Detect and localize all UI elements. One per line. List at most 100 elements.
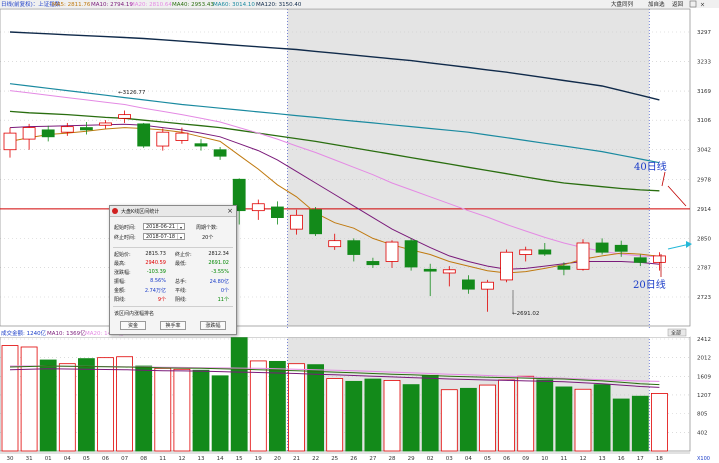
turnover-button[interactable]: 换手率 (160, 321, 186, 330)
all-tab-label[interactable]: 全部 (671, 330, 681, 337)
down-candle[interactable] (461, 279, 475, 290)
up-volume-bar (517, 375, 535, 452)
down-candle[interactable] (309, 209, 323, 235)
down-volume-bar (135, 365, 153, 452)
flat-value: 0个 (220, 288, 229, 294)
up-candle[interactable] (653, 255, 666, 263)
up-candle[interactable] (60, 126, 74, 133)
down-volume-bar (230, 337, 248, 452)
down-candle[interactable] (213, 149, 227, 157)
start-label: 起始时间: (114, 225, 136, 231)
down-candle[interactable] (347, 240, 361, 255)
date-tick-label: 14 (217, 456, 224, 462)
back-button[interactable]: 返回 (672, 1, 684, 8)
date-tick-label: 08 (140, 456, 147, 462)
date-tick-label: 17 (637, 456, 644, 462)
divider (113, 247, 233, 248)
date-tick-label: 12 (580, 456, 587, 462)
down-volume-bar (39, 359, 57, 452)
high-value: 2940.59 (145, 260, 166, 266)
down-candle[interactable] (366, 261, 380, 266)
chevron-down-icon[interactable]: ▾ (177, 234, 184, 240)
zoom-button[interactable]: 大盘同列 (611, 0, 634, 8)
yang-label: 阳线: (114, 297, 126, 303)
down-volume-bar (268, 360, 286, 452)
down-candle[interactable] (557, 265, 571, 270)
chevron-down-icon[interactable]: ▾ (177, 224, 184, 230)
down-volume-bar (631, 395, 649, 452)
up-candle[interactable] (576, 242, 590, 270)
down-candle[interactable] (270, 206, 284, 218)
up-candle[interactable] (156, 131, 170, 147)
down-candle[interactable] (80, 127, 93, 131)
volume-value: 24.80亿 (209, 279, 229, 285)
down-candle[interactable] (633, 257, 647, 263)
volume-tick-label: 805 (697, 412, 708, 418)
up-candle[interactable] (118, 114, 131, 119)
indicator-label: MA40: 2953.43 (172, 2, 214, 8)
fund-button[interactable]: 资金 (120, 321, 146, 330)
date-tick-label: 10 (541, 456, 548, 462)
down-volume-bar (192, 369, 210, 452)
down-volume-bar (555, 386, 573, 452)
stock-chart[interactable]: 3297323331693106304229782914285027872723… (0, 0, 719, 463)
up-candle[interactable] (519, 249, 533, 255)
up-candle[interactable] (328, 240, 342, 248)
up-candle[interactable] (175, 132, 189, 141)
up-volume-bar (574, 388, 592, 452)
high-label: 最高: (114, 261, 126, 267)
down-candle[interactable] (614, 244, 628, 252)
down-volume-bar (345, 380, 363, 452)
up-candle[interactable] (3, 132, 17, 151)
yang-value: 9个 (157, 297, 166, 303)
start-date-input[interactable]: 2018-06-21 ▾ (143, 223, 185, 230)
price-tick-label: 3297 (697, 30, 711, 36)
indicator-label: MA120: 3150.40 (256, 2, 302, 8)
close-price-value: 2812.34 (208, 251, 229, 257)
down-candle[interactable] (404, 240, 418, 268)
down-candle[interactable] (194, 143, 208, 147)
up-candle[interactable] (22, 127, 36, 140)
rank-label: 该区间内涨幅排名 (114, 311, 155, 317)
end-date-value: 2018-07-18 (146, 234, 176, 240)
low-label: 最低: (175, 261, 187, 267)
indicator-label: MA10: 2794.19 (91, 2, 133, 8)
rise-button[interactable]: 涨跌幅 (200, 321, 226, 330)
up-candle[interactable] (442, 269, 456, 274)
close-icon[interactable]: × (700, 2, 705, 9)
down-candle[interactable] (137, 123, 151, 147)
amount-label: 金额: (114, 288, 126, 294)
up-candle[interactable] (500, 251, 514, 281)
dialog-titlebar[interactable]: 大盘K线区间统计 × (110, 206, 236, 217)
up-candle[interactable] (251, 203, 265, 212)
up-volume-bar (97, 357, 114, 452)
up-volume-bar (326, 378, 344, 452)
end-label: 终止时间: (114, 235, 136, 241)
price-tick-label: 3106 (697, 118, 711, 124)
up-volume-bar (116, 356, 133, 452)
up-candle[interactable] (385, 241, 399, 262)
add-favorite-button[interactable]: 加自选 (648, 0, 665, 8)
down-candle[interactable] (41, 129, 55, 138)
interval-stats-dialog[interactable]: 大盘K线区间统计 × 起始时间: 2018-06-21 ▾ 终止时间: 2018… (109, 205, 237, 335)
close-icon[interactable]: × (227, 207, 233, 215)
price-tick-label: 3233 (697, 60, 711, 66)
down-candle[interactable] (423, 268, 437, 272)
up-candle[interactable] (481, 281, 494, 290)
down-volume-bar (612, 398, 630, 452)
down-volume-bar (307, 364, 325, 452)
date-tick-label: 01 (45, 456, 52, 462)
change-pct-value: -3.55% (211, 269, 229, 275)
date-tick-label: 29 (408, 456, 415, 462)
date-tick-label: 13 (198, 456, 205, 462)
price-tick-label: 2850 (697, 236, 711, 242)
period-value: 20个 (202, 235, 214, 241)
up-candle[interactable] (290, 214, 303, 230)
down-candle[interactable] (538, 249, 552, 255)
end-date-input[interactable]: 2018-07-18 ▾ (143, 233, 185, 240)
date-tick-label: 27 (369, 456, 376, 462)
up-candle[interactable] (99, 122, 112, 126)
ma40-annotation: 40日线 (634, 160, 667, 173)
up-volume-bar (440, 389, 458, 452)
down-candle[interactable] (595, 242, 609, 253)
